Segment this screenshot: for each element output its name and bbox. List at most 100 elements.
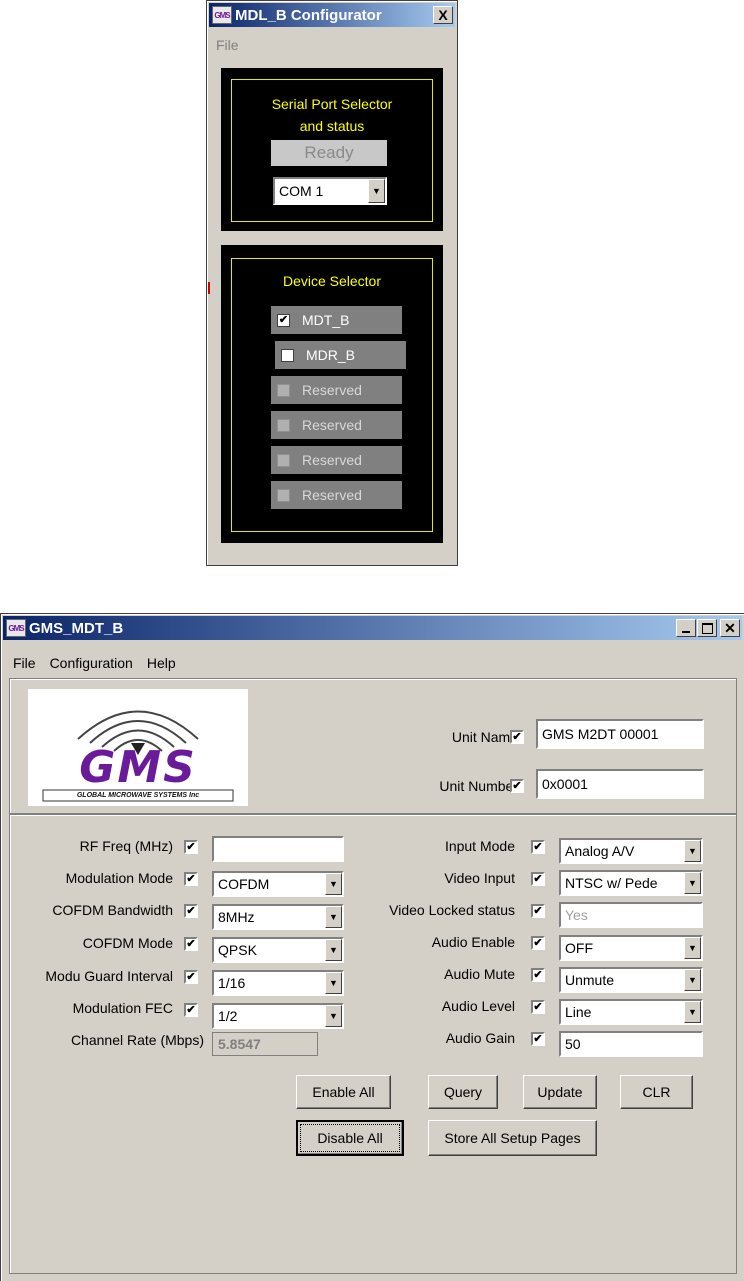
update-button[interactable]: Update — [523, 1075, 597, 1109]
device-item-reserved: Reserved — [271, 376, 402, 404]
mdt-menubar: File Configuration Help — [3, 652, 742, 674]
modulation-mode-value: COFDM — [218, 876, 270, 892]
chevron-down-icon[interactable]: ▼ — [684, 1001, 701, 1023]
cofdm-mode-select[interactable]: QPSK ▼ — [212, 937, 344, 963]
chevron-down-icon[interactable]: ▼ — [325, 972, 342, 994]
chevron-down-icon[interactable]: ▼ — [368, 179, 385, 203]
maximize-button[interactable] — [697, 619, 717, 637]
cofdm-bandwidth-checkbox[interactable]: ✔ — [184, 904, 198, 918]
cofdm-bandwidth-value: 8MHz — [218, 909, 255, 925]
close-icon: X — [438, 7, 448, 23]
input-mode-checkbox[interactable]: ✔ — [531, 840, 545, 854]
gms-app-icon: GMS — [212, 6, 232, 24]
mdt-titlebar[interactable]: GMS GMS_MDT_B ✕ — [3, 616, 742, 640]
chevron-down-icon[interactable]: ▼ — [684, 840, 701, 862]
audio-gain-field[interactable]: 50 — [559, 1031, 703, 1057]
store-all-setup-pages-button[interactable]: Store All Setup Pages — [428, 1120, 597, 1156]
guard-interval-value: 1/16 — [218, 975, 246, 991]
video-input-checkbox[interactable]: ✔ — [531, 872, 545, 886]
audio-gain-checkbox[interactable]: ✔ — [531, 1032, 545, 1046]
disable-all-button[interactable]: Disable All — [296, 1120, 404, 1156]
cofdm-mode-checkbox[interactable]: ✔ — [184, 937, 198, 951]
chevron-down-icon[interactable]: ▼ — [684, 872, 701, 894]
device-item-reserved: Reserved — [271, 446, 402, 474]
channel-rate-value: 5.8547 — [218, 1036, 261, 1052]
unit-name-checkbox[interactable]: ✔ — [510, 730, 524, 744]
configurator-title: MDL_B Configurator — [235, 6, 382, 24]
audio-mute-select[interactable]: Unmute ▼ — [559, 967, 703, 993]
device-checkbox[interactable]: ✔ — [277, 313, 290, 327]
video-input-select[interactable]: NTSC w/ Pede ▼ — [559, 870, 703, 896]
guard-interval-label: Modu Guard Interval — [45, 968, 173, 984]
guard-interval-checkbox[interactable]: ✔ — [184, 970, 198, 984]
audio-gain-label: Audio Gain — [445, 1030, 515, 1046]
menu-file[interactable]: File — [209, 37, 246, 53]
mdt-window: GMS GMS_MDT_B ✕ File Configuration Help … — [0, 613, 744, 1281]
chevron-down-icon[interactable]: ▼ — [325, 873, 342, 895]
gms-logo: GMS GLOBAL MICROWAVE SYSTEMS Inc — [28, 689, 248, 806]
enable-all-button[interactable]: Enable All — [296, 1075, 391, 1109]
video-locked-checkbox[interactable]: ✔ — [531, 904, 545, 918]
unit-number-checkbox[interactable]: ✔ — [510, 779, 524, 793]
audio-enable-checkbox[interactable]: ✔ — [531, 936, 545, 950]
device-checkbox — [277, 453, 290, 467]
unit-number-label: Unit Number — [439, 778, 518, 794]
device-item-mdr-b[interactable]: MDR_B — [275, 341, 406, 369]
menu-configuration[interactable]: Configuration — [43, 655, 140, 671]
chevron-down-icon[interactable]: ▼ — [325, 1005, 342, 1027]
audio-enable-select[interactable]: OFF ▼ — [559, 935, 703, 961]
audio-mute-checkbox[interactable]: ✔ — [531, 968, 545, 982]
modulation-mode-select[interactable]: COFDM ▼ — [212, 871, 344, 897]
device-label: Reserved — [302, 452, 362, 468]
audio-mute-label: Audio Mute — [444, 966, 515, 982]
configurator-titlebar[interactable]: GMS MDL_B Configurator X — [209, 3, 455, 27]
com-port-select[interactable]: COM 1 ▼ — [273, 177, 387, 205]
unit-number-field[interactable]: 0x0001 — [536, 769, 704, 799]
rf-freq-checkbox[interactable]: ✔ — [184, 840, 198, 854]
video-input-label: Video Input — [444, 870, 515, 886]
chevron-down-icon[interactable]: ▼ — [325, 939, 342, 961]
modulation-mode-label: Modulation Mode — [65, 870, 173, 886]
configurator-menubar: File — [209, 34, 455, 56]
query-button[interactable]: Query — [428, 1075, 498, 1109]
video-locked-field: Yes — [559, 902, 703, 928]
modulation-fec-value: 1/2 — [218, 1008, 238, 1024]
unit-name-field[interactable]: GMS M2DT 00001 — [536, 719, 704, 749]
guard-interval-select[interactable]: 1/16 ▼ — [212, 970, 344, 996]
modulation-fec-label: Modulation FEC — [72, 1000, 173, 1016]
close-button[interactable]: ✕ — [720, 619, 740, 637]
chevron-down-icon[interactable]: ▼ — [684, 969, 701, 991]
edge-marker — [208, 282, 210, 294]
device-item-reserved: Reserved — [271, 411, 402, 439]
input-mode-select[interactable]: Analog A/V ▼ — [559, 838, 703, 864]
input-mode-value: Analog A/V — [565, 843, 635, 859]
modulation-fec-select[interactable]: 1/2 ▼ — [212, 1003, 344, 1029]
device-label: Reserved — [302, 487, 362, 503]
video-locked-label: Video Locked status — [389, 902, 515, 918]
rf-freq-label: RF Freq (MHz) — [79, 838, 173, 854]
audio-enable-value: OFF — [565, 940, 593, 956]
modulation-mode-checkbox[interactable]: ✔ — [184, 872, 198, 886]
clr-button[interactable]: CLR — [620, 1075, 693, 1109]
menu-help[interactable]: Help — [140, 655, 183, 671]
menu-file[interactable]: File — [3, 655, 43, 671]
audio-level-checkbox[interactable]: ✔ — [531, 1000, 545, 1014]
audio-level-select[interactable]: Line ▼ — [559, 999, 703, 1025]
configurator-window: GMS MDL_B Configurator X File Serial Por… — [206, 0, 458, 566]
device-checkbox[interactable] — [281, 348, 294, 362]
logo-brand: GMS — [79, 742, 197, 793]
device-item-mdt-b[interactable]: ✔ MDT_B — [271, 306, 402, 334]
device-checkbox — [277, 383, 290, 397]
audio-mute-value: Unmute — [565, 972, 615, 988]
cofdm-bandwidth-select[interactable]: 8MHz ▼ — [212, 904, 344, 930]
modulation-fec-checkbox[interactable]: ✔ — [184, 1003, 198, 1017]
device-item-reserved: Reserved — [271, 481, 402, 509]
close-button[interactable]: X — [433, 6, 453, 24]
device-selector-title: Device Selector — [282, 273, 382, 289]
rf-freq-field[interactable] — [212, 836, 344, 862]
cofdm-mode-label: COFDM Mode — [82, 935, 173, 951]
minimize-button[interactable] — [676, 619, 696, 637]
minimize-icon — [682, 631, 690, 633]
chevron-down-icon[interactable]: ▼ — [325, 906, 342, 928]
chevron-down-icon[interactable]: ▼ — [684, 937, 701, 959]
